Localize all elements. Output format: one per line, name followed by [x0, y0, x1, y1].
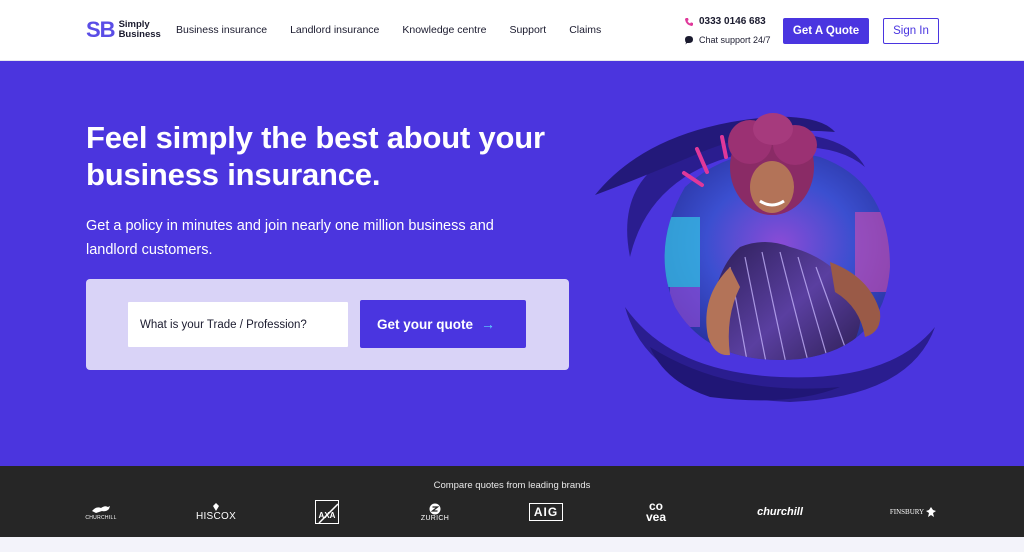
get-your-quote-label: Get your quote — [377, 316, 474, 332]
nav-claims[interactable]: Claims — [569, 24, 601, 36]
nav-support[interactable]: Support — [509, 24, 546, 36]
finsbury-logo: FINSBURY — [886, 500, 940, 524]
nav-business-insurance[interactable]: Business insurance — [176, 24, 267, 36]
main-nav: Business insurance Landlord insurance Kn… — [176, 24, 624, 36]
axa-box: AXA — [315, 500, 339, 524]
hiscox-logo: HISCOX — [196, 500, 236, 524]
brands-title: Compare quotes from leading brands — [433, 480, 591, 491]
hero-headline: Feel simply the best about your business… — [86, 120, 545, 192]
churchill-insurance-logo: CHURCHILL — [85, 500, 117, 524]
logo-mark: SB — [86, 17, 116, 42]
axa-slash-icon — [318, 503, 339, 524]
simply-business-logo[interactable]: SB Simply Business — [86, 19, 161, 41]
arrow-right-icon: → — [481, 316, 496, 332]
brand-label: churchill — [757, 506, 803, 518]
brand-label: FINSBURY — [889, 508, 925, 516]
covea-logo: co vea — [641, 500, 671, 524]
chat-support-label: Chat support 24/7 — [699, 34, 771, 45]
phone-link[interactable]: 0333 0146 683 — [683, 14, 771, 29]
nav-knowledge-centre[interactable]: Knowledge centre — [402, 24, 486, 36]
trade-profession-input[interactable] — [128, 302, 348, 347]
site-header: SB Simply Business Business insurance La… — [0, 0, 1024, 61]
quote-form-panel: Get your quote → — [86, 279, 569, 370]
get-your-quote-button[interactable]: Get your quote → — [360, 300, 526, 348]
brand-label: AIG — [528, 503, 564, 521]
logo-line-2: Business — [118, 29, 161, 40]
phone-icon — [683, 17, 695, 27]
brands-strip: Compare quotes from leading brands CHURC… — [0, 466, 1024, 537]
zurich-logo: ZURICH — [418, 500, 452, 524]
hero-performer-image — [595, 113, 935, 402]
brand-label: CHURCHILL — [85, 515, 117, 521]
axa-logo: AXA — [314, 500, 340, 524]
brand-label: ZURICH — [420, 514, 450, 522]
aig-logo: AIG — [528, 500, 564, 524]
hero-section: Feel simply the best about your business… — [0, 61, 1024, 466]
nav-landlord-insurance[interactable]: Landlord insurance — [290, 24, 379, 36]
chat-support-link[interactable]: Chat support 24/7 — [683, 32, 771, 47]
logo-wordmark: Simply Business — [119, 20, 161, 40]
contact-info: 0333 0146 683 Chat support 24/7 — [683, 14, 771, 50]
next-section-edge — [0, 537, 1024, 552]
sign-in-button[interactable]: Sign In — [883, 18, 939, 44]
churchill-dog-icon — [92, 506, 110, 513]
chat-icon — [683, 35, 695, 45]
hero-subtext: Get a policy in minutes and join nearly … — [86, 218, 494, 258]
brand-label: co vea — [645, 499, 667, 524]
get-a-quote-button[interactable]: Get A Quote — [783, 18, 869, 44]
phone-number: 0333 0146 683 — [699, 16, 766, 27]
hiscox-crest-icon — [213, 502, 219, 511]
zurich-z-icon — [429, 503, 441, 514]
finsbury-crest-icon — [926, 507, 937, 517]
brand-label: HISCOX — [195, 510, 237, 522]
churchill-logo: churchill — [752, 500, 808, 524]
